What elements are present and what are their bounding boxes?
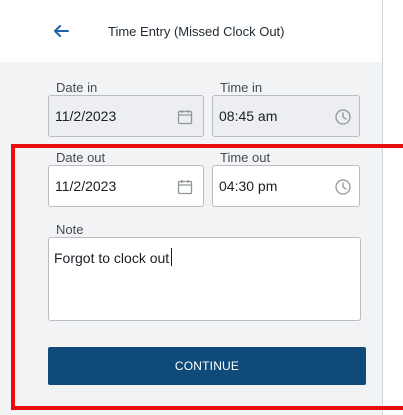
date-in-field: 11/2/2023 (48, 95, 204, 137)
annotation-highlight-box (11, 144, 403, 410)
date-in-value: 11/2/2023 (55, 108, 117, 124)
calendar-icon (176, 108, 194, 126)
time-in-value: 08:45 am (219, 108, 278, 124)
app-header: Time Entry (Missed Clock Out) (0, 0, 382, 62)
clock-icon (334, 108, 352, 126)
time-in-label: Time in (218, 80, 265, 95)
time-in-field: 08:45 am (212, 95, 360, 137)
back-arrow-icon[interactable] (50, 20, 72, 42)
date-in-label: Date in (54, 80, 100, 95)
page-title: Time Entry (Missed Clock Out) (108, 24, 285, 39)
